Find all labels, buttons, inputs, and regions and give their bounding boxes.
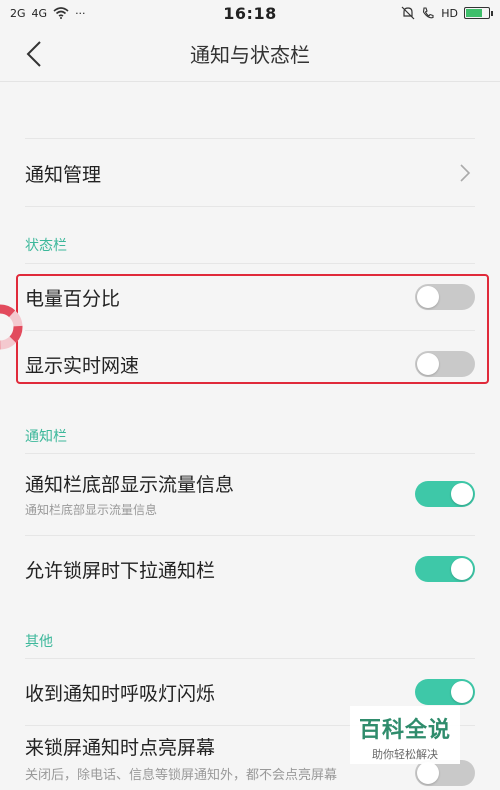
more-dots: ···: [75, 6, 86, 20]
bottom-traffic-sublabel: 通知栏底部显示流量信息: [25, 503, 158, 517]
status-time: 16:18: [223, 3, 277, 23]
notification-management-label: 通知管理: [25, 163, 102, 186]
mute-bell-icon: [401, 6, 415, 20]
wifi-icon: [53, 7, 69, 19]
section-label-notification-bar: 通知栏: [25, 429, 67, 445]
wake-screen-label: 来锁屏通知时点亮屏幕: [25, 737, 216, 759]
bottom-traffic-row: 通知栏底部显示流量信息 通知栏底部显示流量信息: [25, 454, 475, 534]
back-button[interactable]: [22, 36, 50, 72]
breathing-light-toggle[interactable]: [415, 679, 475, 705]
lockscreen-pulldown-label: 允许锁屏时下拉通知栏: [25, 559, 216, 582]
lockscreen-pulldown-row: 允许锁屏时下拉通知栏: [25, 536, 475, 602]
page-title: 通知与状态栏: [190, 43, 310, 67]
lifebuoy-icon: [0, 304, 23, 350]
highlight-box: [16, 274, 489, 384]
section-label-other: 其他: [25, 634, 53, 650]
status-bar: 2G 4G ··· 16:18 HD: [0, 0, 500, 26]
signal-icon-1: 2G: [10, 6, 26, 20]
divider: [25, 206, 475, 207]
wake-screen-sublabel: 关闭后，除电话、信息等锁屏通知外，都不会点亮屏幕: [25, 768, 338, 783]
watermark-title: 百科全说: [358, 718, 451, 743]
chevron-right-icon: [460, 164, 471, 182]
battery-icon: [464, 7, 493, 19]
watermark-logo: 百科全说 助你轻松解决: [350, 706, 460, 764]
bottom-traffic-label: 通知栏底部显示流量信息: [25, 474, 235, 496]
notification-management-row[interactable]: 通知管理: [25, 139, 475, 207]
status-right: HD: [401, 6, 493, 20]
signal-icon-2: 4G: [31, 6, 48, 20]
breathing-light-label: 收到通知时呼吸灯闪烁: [25, 682, 216, 705]
section-label-status-bar: 状态栏: [25, 238, 67, 254]
bottom-traffic-toggle[interactable]: [415, 481, 475, 507]
header-bar: 通知与状态栏: [0, 26, 500, 82]
lockscreen-pulldown-toggle[interactable]: [415, 556, 475, 582]
hd-label: HD: [441, 6, 458, 20]
call-hd-icon: [423, 7, 434, 19]
watermark-subtitle: 助你轻松解决: [372, 748, 438, 761]
status-left: 2G 4G ···: [10, 7, 86, 20]
